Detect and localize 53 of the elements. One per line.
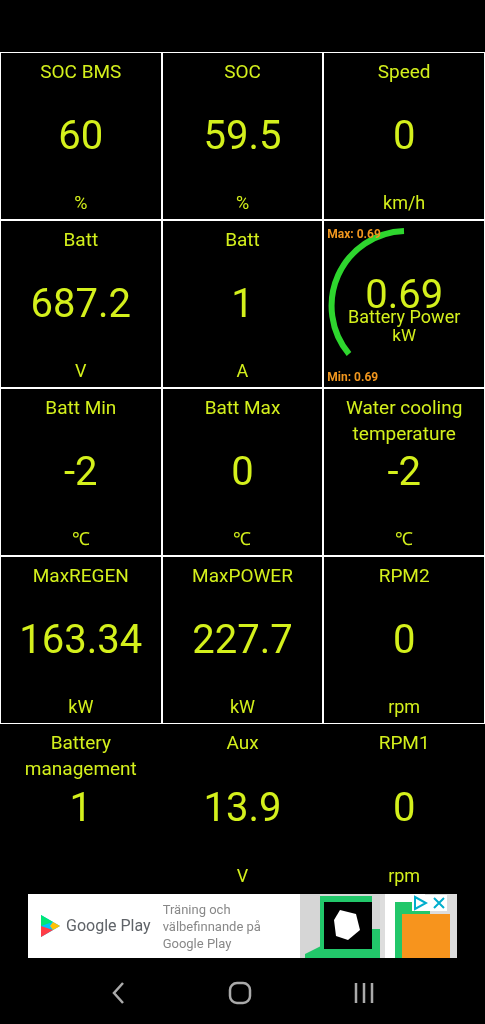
tile-title: Batt Min xyxy=(44,395,118,421)
tile-value: 1 xyxy=(231,280,254,328)
tile-title: Battery management xyxy=(23,730,138,782)
tile-unit: rpm xyxy=(387,864,422,888)
tile-value: -2 xyxy=(387,448,421,496)
tile-value: 0 xyxy=(392,784,416,832)
back-icon[interactable] xyxy=(110,981,127,1005)
home-icon[interactable] xyxy=(227,981,252,1005)
tile-value: 0 xyxy=(392,112,416,160)
ad-brand: Google Play xyxy=(66,915,151,937)
tile-unit: A xyxy=(235,359,250,383)
recents-icon[interactable] xyxy=(352,982,375,1004)
tile-title: MaxPOWER xyxy=(191,563,294,589)
tile-title: RPM2 xyxy=(377,563,431,589)
tile-value: 227.7 xyxy=(192,616,293,664)
tile-unit: % xyxy=(234,191,251,215)
gauge-title: Battery Power xyxy=(347,307,462,327)
tile-title: RPM1 xyxy=(377,730,431,756)
ad-text: Träning och välbefinnande på Google Play xyxy=(162,900,262,952)
tile-value: -2 xyxy=(64,448,98,496)
tile-unit: ℃ xyxy=(70,527,91,551)
tile-title: SOC xyxy=(223,59,262,85)
tile-title: Water cooling temperature xyxy=(345,395,464,447)
tile-unit: rpm xyxy=(387,695,422,719)
tile-unit: ℃ xyxy=(232,527,253,551)
tile-value: 13.9 xyxy=(203,784,282,832)
tile-unit: km/h xyxy=(382,191,427,215)
tile-value: 0 xyxy=(392,616,416,664)
tile-value: 1 xyxy=(69,784,93,832)
tile-title: Batt Max xyxy=(203,395,282,421)
tile-unit: V xyxy=(74,359,88,383)
tile-title: Batt xyxy=(62,227,100,253)
tile-unit: ℃ xyxy=(394,527,415,551)
tile-title: SOC BMS xyxy=(39,59,123,85)
ad-banner[interactable]: Google Play Träning och välbefinnande på Google Play xyxy=(28,894,457,958)
tile-title: MaxREGEN xyxy=(31,563,130,589)
tile-unit: % xyxy=(73,191,89,215)
tile-value: 163.34 xyxy=(19,616,143,664)
tile-unit: kW xyxy=(67,695,95,719)
tile-value: 0 xyxy=(231,448,254,496)
tile-title: Aux xyxy=(225,730,260,756)
tile-value: 687.2 xyxy=(30,280,132,328)
tile-unit: V xyxy=(235,864,250,888)
gauge-max: Max: 0.69 xyxy=(327,227,381,241)
tile-title: Speed xyxy=(376,59,432,85)
tile-title: Batt xyxy=(224,227,261,253)
close-icon[interactable] xyxy=(431,895,447,911)
tile-unit: kW xyxy=(228,695,257,719)
tile-value: 59.5 xyxy=(203,112,282,160)
gauge-min: Min: 0.69 xyxy=(327,370,379,384)
adchoices-icon[interactable] xyxy=(412,895,428,911)
tile-value: 60 xyxy=(58,112,104,160)
play-logo-icon xyxy=(41,915,60,937)
